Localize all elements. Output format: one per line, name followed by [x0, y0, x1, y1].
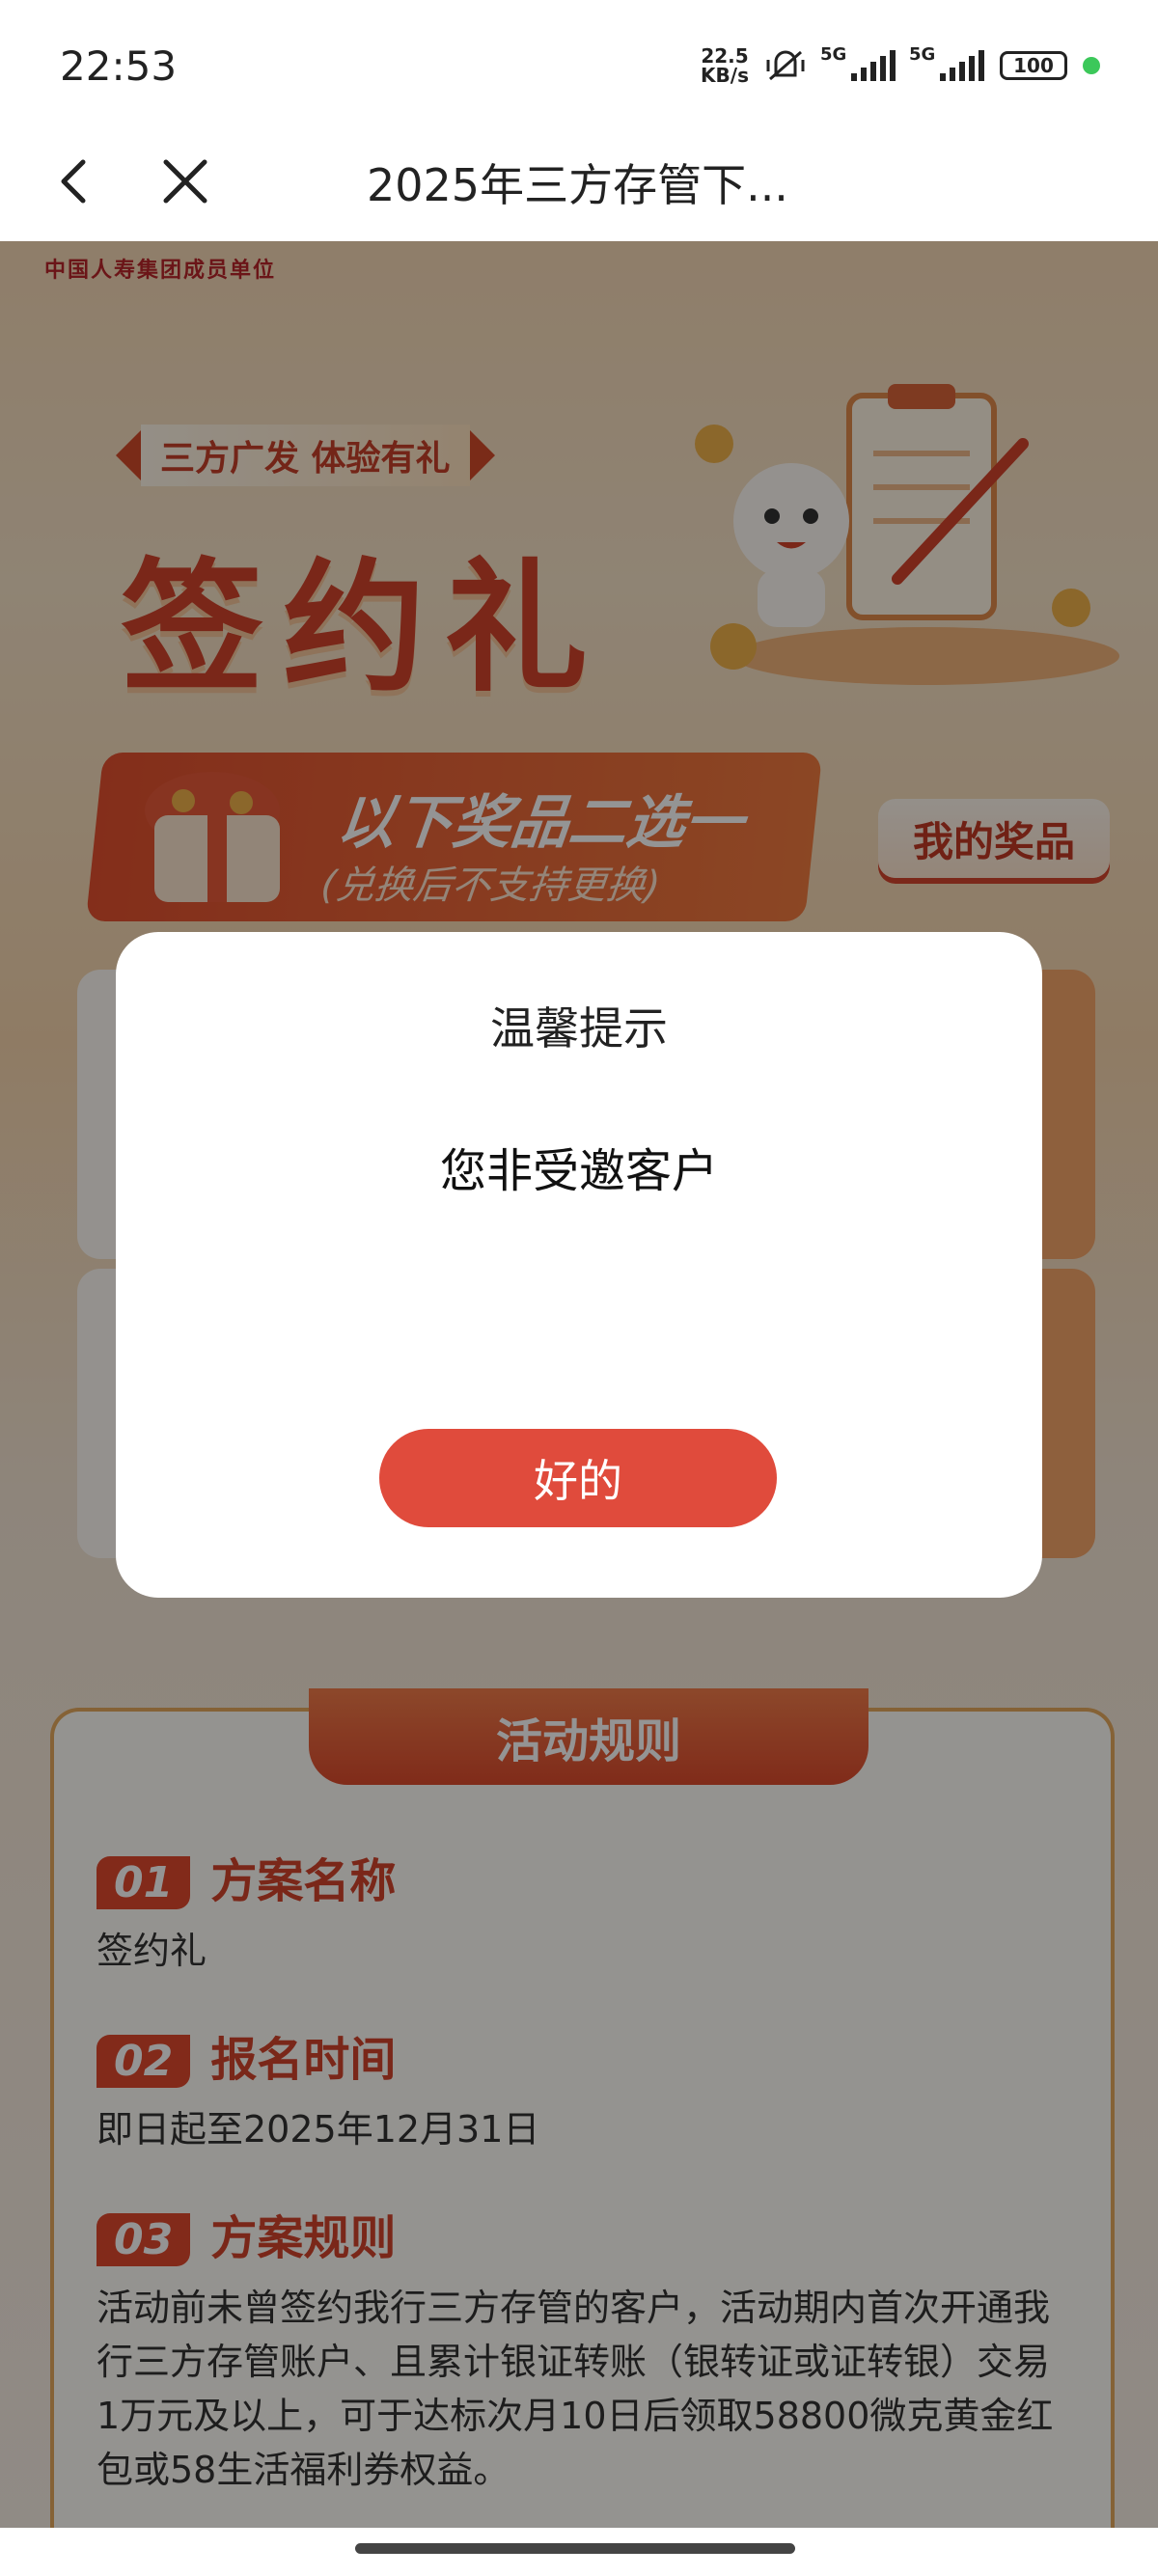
status-bar: 22:53 22.5 KB/s 5G 5G 100	[0, 0, 1158, 125]
status-dot-icon	[1083, 57, 1100, 74]
battery-icon: 100	[1000, 51, 1067, 80]
system-nav-bar	[0, 2528, 1158, 2576]
network-speed-value: 22.5	[701, 44, 749, 68]
title-bar: 2025年三方存管下...	[0, 125, 1158, 241]
status-icons: 22.5 KB/s 5G 5G 100	[701, 44, 1100, 85]
dialog-title: 温馨提示	[490, 1002, 668, 1055]
mute-vibrate-icon	[766, 50, 805, 81]
status-time: 22:53	[60, 42, 178, 90]
notice-dialog: 温馨提示 您非受邀客户 好的	[116, 932, 1042, 1598]
signal-sim1-icon: 5G	[820, 44, 896, 81]
home-indicator[interactable]	[355, 2543, 795, 2554]
sim2-network-type: 5G	[909, 44, 936, 65]
close-icon[interactable]	[156, 152, 214, 210]
network-speed: 22.5 KB/s	[701, 46, 749, 85]
dialog-message: 您非受邀客户	[439, 1144, 718, 1198]
signal-sim2-icon: 5G	[909, 44, 984, 81]
back-arrow-icon[interactable]	[46, 152, 104, 210]
ok-button[interactable]: 好的	[379, 1429, 777, 1527]
page-title: 2025年三方存管下...	[367, 159, 788, 211]
sim1-network-type: 5G	[820, 44, 847, 65]
network-speed-unit: KB/s	[701, 64, 749, 87]
